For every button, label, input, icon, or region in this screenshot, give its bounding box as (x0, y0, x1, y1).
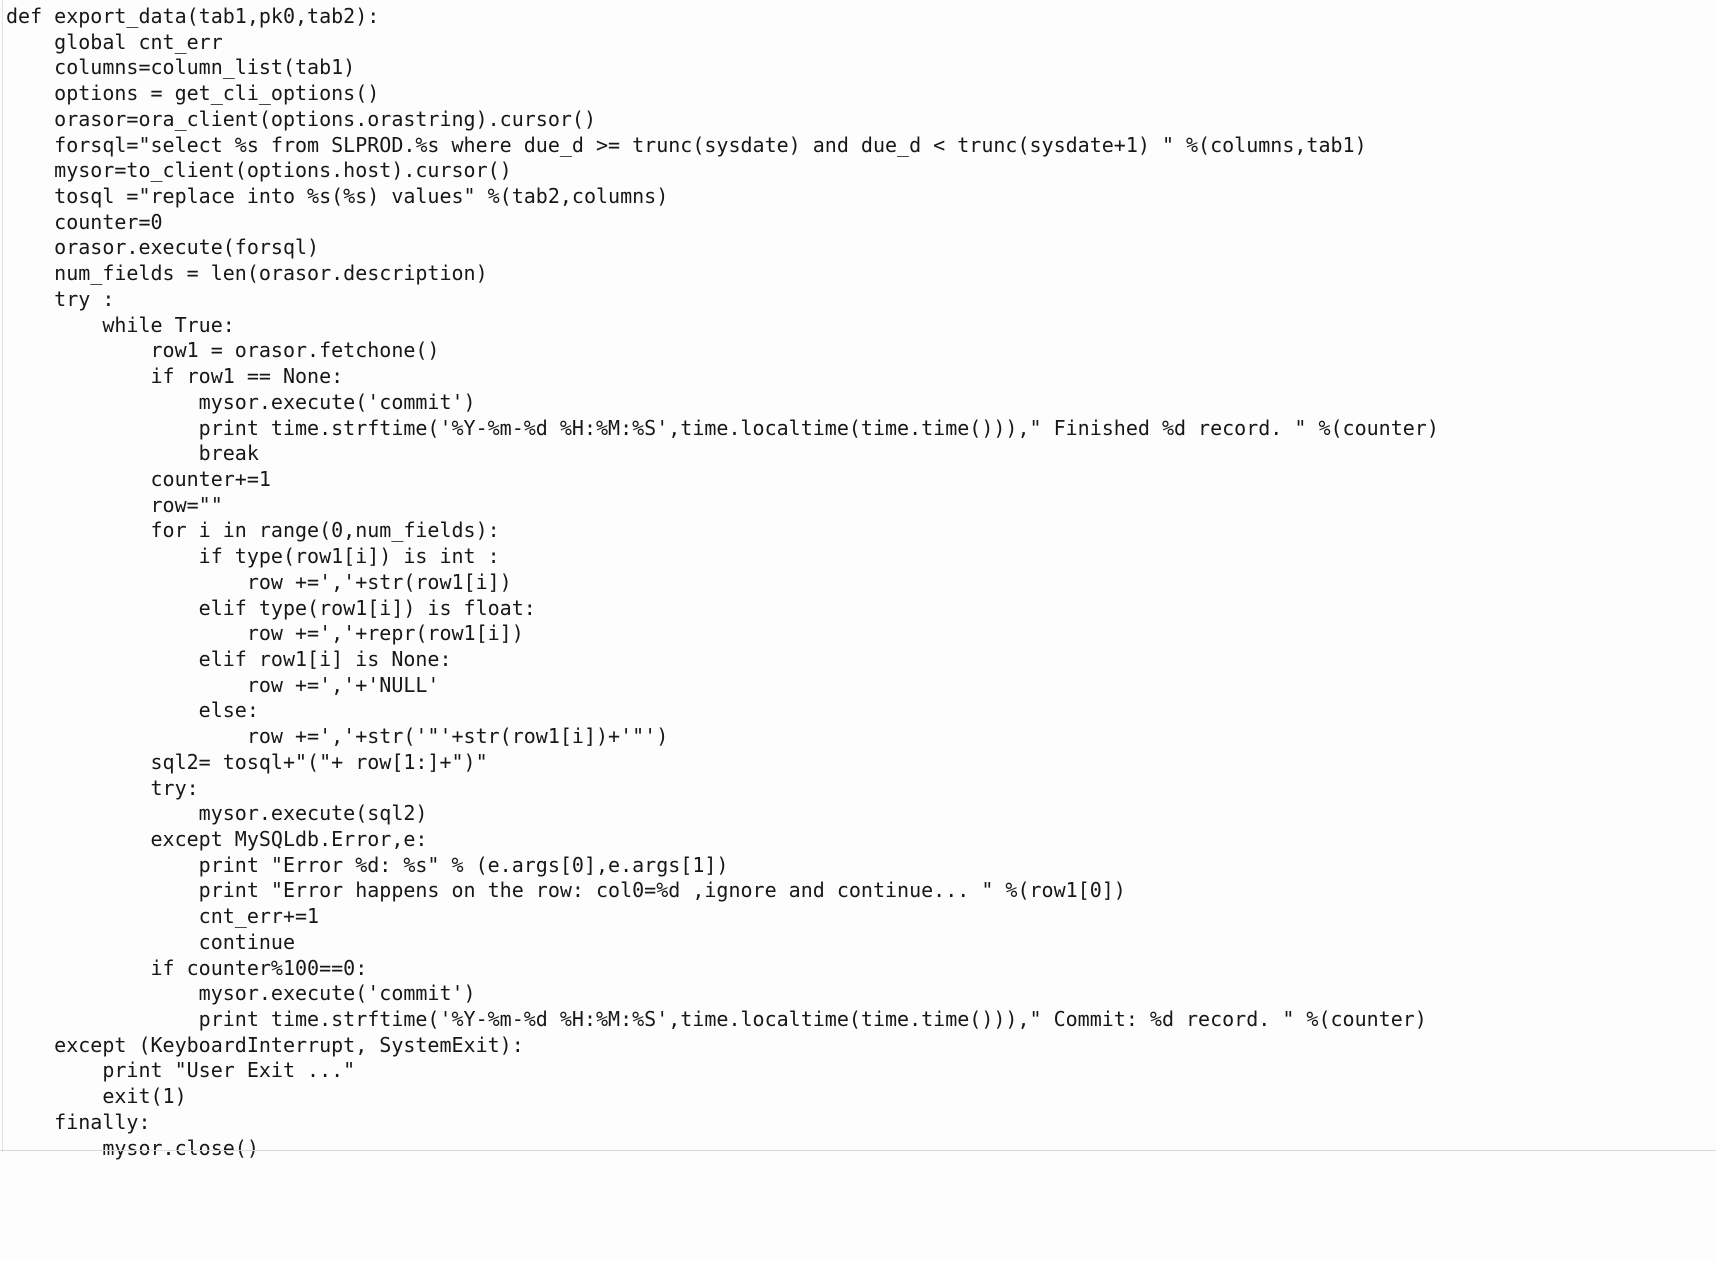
code-line: def export_data(tab1,pk0,tab2): (6, 4, 380, 28)
code-line: counter=0 (6, 209, 163, 234)
code-line: row +=','+str('"'+str(row1[i])+'"') (6, 724, 669, 749)
code-line: break (6, 441, 259, 466)
code-line: mysor=to_client(options.host).cursor() (6, 158, 512, 183)
code-line: sql2= tosql+"("+ row[1:]+")" (6, 749, 488, 774)
code-line: mysor.execute('commit') (6, 389, 476, 414)
code-line: row +=','+str(row1[i]) (6, 569, 512, 594)
code-line: if counter%100==0: (6, 955, 368, 980)
code-line: cnt_err+=1 (6, 904, 320, 929)
code-line: counter+=1 (6, 466, 271, 491)
bottom-edge-rule (0, 1150, 1716, 1151)
code-line: if row1 == None: (6, 364, 344, 389)
code-line: mysor.close() (6, 1135, 259, 1160)
code-screenshot: def export_data(tab1,pk0,tab2): global c… (0, 0, 1716, 1262)
code-line: try: (6, 775, 199, 800)
code-line: except MySQLdb.Error,e: (6, 827, 428, 851)
code-line: tosql ="replace into %s(%s) values" %(ta… (6, 184, 669, 209)
code-line: row +=','+'NULL' (6, 672, 440, 697)
code-line: finally: (6, 1109, 151, 1134)
code-line: orasor.execute(forsql) (6, 235, 320, 260)
code-line: continue (6, 929, 295, 954)
code-line: mysor.execute(sql2) (6, 801, 428, 826)
code-line: print time.strftime('%Y-%m-%d %H:%M:%S',… (6, 1007, 1427, 1032)
code-line: try : (6, 286, 115, 311)
code-line: while True: (6, 312, 235, 337)
code-line: row1 = orasor.fetchone() (6, 338, 440, 363)
code-line: orasor=ora_client(options.orastring).cur… (6, 106, 597, 131)
code-line: exit(1) (6, 1084, 187, 1109)
code-line: row="" (6, 492, 223, 517)
code-line: mysor.execute('commit') (6, 981, 476, 1006)
code-line: print "User Exit ..." (6, 1058, 356, 1083)
code-line: num_fields = len(orasor.description) (6, 261, 488, 286)
code-line: for i in range(0,num_fields): (6, 518, 500, 543)
code-line: else: (6, 698, 259, 723)
code-line: print "Error happens on the row: col0=%d… (6, 878, 1126, 903)
code-listing[interactable]: def export_data(tab1,pk0,tab2): global c… (0, 0, 1716, 1161)
code-line: except (KeyboardInterrupt, SystemExit): (6, 1032, 524, 1057)
code-line: options = get_cli_options() (6, 81, 380, 106)
code-line: columns=column_list(tab1) (6, 55, 356, 80)
code-line: forsql="select %s from SLPROD.%s where d… (6, 132, 1367, 157)
code-line: elif row1[i] is None: (6, 646, 452, 671)
code-line: global cnt_err (6, 29, 223, 54)
code-line: if type(row1[i]) is int : (6, 544, 500, 569)
code-line: elif type(row1[i]) is float: (6, 595, 536, 620)
code-line: print "Error %d: %s" % (e.args[0],e.args… (6, 852, 729, 877)
code-line: print time.strftime('%Y-%m-%d %H:%M:%S',… (6, 415, 1439, 440)
code-line: row +=','+repr(row1[i]) (6, 621, 524, 646)
